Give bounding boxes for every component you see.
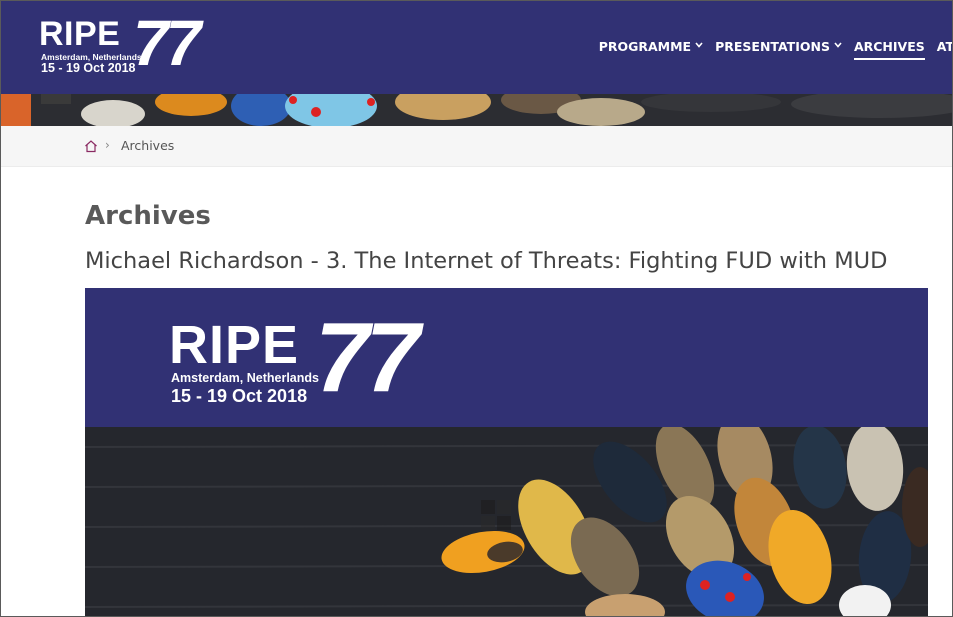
play-icon[interactable] [481, 500, 513, 532]
nav-item-label: AT [936, 38, 953, 54]
video-logo-dates: 15 - 19 Oct 2018 [171, 386, 308, 406]
browser-viewport: RIPE 77 Amsterdam, Netherlands 15 - 19 O… [0, 0, 953, 617]
clogs-illustration [1, 94, 952, 126]
hero-banner-image [1, 94, 952, 126]
logo-ripe-text: RIPE [39, 15, 121, 53]
home-icon[interactable] [84, 138, 98, 153]
nav-item-presentations[interactable]: PRESENTATIONS [715, 39, 842, 56]
nav-item-label: PRESENTATIONS [715, 38, 830, 54]
breadcrumb-separator: › [105, 138, 110, 152]
video-player[interactable]: RIPE 77 Amsterdam, Netherlands 15 - 19 O… [85, 288, 928, 616]
video-logo: RIPE 77 Amsterdam, Netherlands 15 - 19 O… [169, 308, 469, 406]
breadcrumb-current: Archives [121, 138, 175, 153]
video-logo-ripe-text: RIPE [169, 315, 300, 375]
chevron-down-icon [695, 40, 703, 51]
page-title: Archives [85, 201, 211, 231]
site-header: RIPE 77 Amsterdam, Netherlands 15 - 19 O… [1, 1, 953, 94]
site-logo[interactable]: RIPE 77 Amsterdam, Netherlands 15 - 19 O… [39, 11, 219, 77]
video-logo-number: 77 [315, 302, 420, 412]
nav-item-archives[interactable]: ARCHIVES [853, 38, 925, 60]
chevron-down-icon [834, 40, 842, 51]
nav-item-label: ARCHIVES [853, 38, 925, 54]
main-nav: PROGRAMME PRESENTATIONS ARCHIVES AT [599, 37, 953, 60]
breadcrumb: › Archives [1, 126, 952, 167]
nav-item-label: PROGRAMME [598, 38, 692, 54]
video-logo-city: Amsterdam, Netherlands [171, 371, 319, 385]
logo-dates: 15 - 19 Oct 2018 [41, 61, 136, 75]
presentation-title: Michael Richardson - 3. The Internet of … [85, 248, 888, 274]
nav-item-attend[interactable]: AT [936, 38, 953, 56]
logo-number: 77 [133, 7, 201, 79]
nav-item-programme[interactable]: PROGRAMME [599, 39, 703, 56]
